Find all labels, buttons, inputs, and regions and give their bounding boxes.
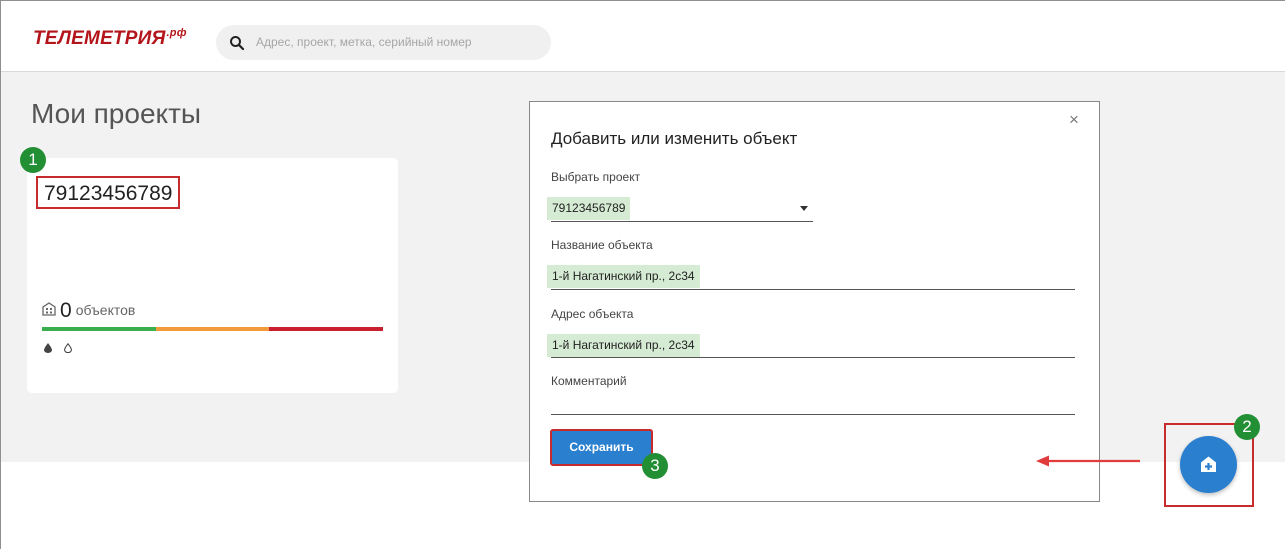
status-bar-green xyxy=(42,327,156,331)
modal-title: Добавить или изменить объект xyxy=(551,129,798,148)
object-address-underline xyxy=(551,357,1075,358)
logo-suffix: .рф xyxy=(166,27,187,39)
project-phone[interactable]: 79123456789 xyxy=(36,176,180,209)
page-title: Мои проекты xyxy=(31,98,202,129)
object-address-input[interactable]: 1-й Нагатинский пр., 2с34 xyxy=(547,334,700,357)
step-badge-1: 1 xyxy=(20,147,46,173)
drop-filled-icon xyxy=(44,343,52,353)
search-bar[interactable] xyxy=(216,25,551,60)
comment-input[interactable] xyxy=(551,414,1075,415)
object-name-underline xyxy=(551,289,1075,290)
logo[interactable]: ТЕЛЕМЕТРИЯ.рф xyxy=(33,27,187,50)
search-icon xyxy=(230,36,245,51)
objects-label: объектов xyxy=(75,302,136,318)
top-bar: ТЕЛЕМЕТРИЯ.рф xyxy=(1,1,1285,72)
comment-label: Комментарий xyxy=(551,374,627,388)
chevron-down-icon[interactable] xyxy=(800,206,808,211)
add-object-button[interactable] xyxy=(1180,436,1237,493)
project-select-value[interactable]: 79123456789 xyxy=(547,197,631,220)
objects-count: 0 xyxy=(60,299,72,322)
building-icon xyxy=(42,302,56,316)
project-select-label: Выбрать проект xyxy=(551,170,641,184)
close-icon[interactable]: × xyxy=(1069,110,1079,130)
add-home-icon xyxy=(1201,456,1216,472)
object-name-label: Название объекта xyxy=(551,238,653,252)
objects-count-row: 0 объектов xyxy=(42,299,136,322)
object-name-input[interactable]: 1-й Нагатинский пр., 2с34 xyxy=(547,265,700,288)
step-badge-3: 3 xyxy=(642,453,668,479)
object-address-label: Адрес объекта xyxy=(551,307,634,321)
project-select-underline xyxy=(551,221,813,222)
status-bar-red xyxy=(269,327,383,331)
drops-row xyxy=(44,342,73,356)
save-button[interactable]: Сохранить xyxy=(550,429,653,466)
drop-outline-icon xyxy=(64,342,73,354)
search-input[interactable] xyxy=(256,31,541,53)
arrow-icon xyxy=(1036,455,1140,467)
step-badge-2: 2 xyxy=(1234,414,1260,440)
logo-text: ТЕЛЕМЕТРИЯ xyxy=(33,28,166,49)
status-bar-orange xyxy=(156,327,269,331)
